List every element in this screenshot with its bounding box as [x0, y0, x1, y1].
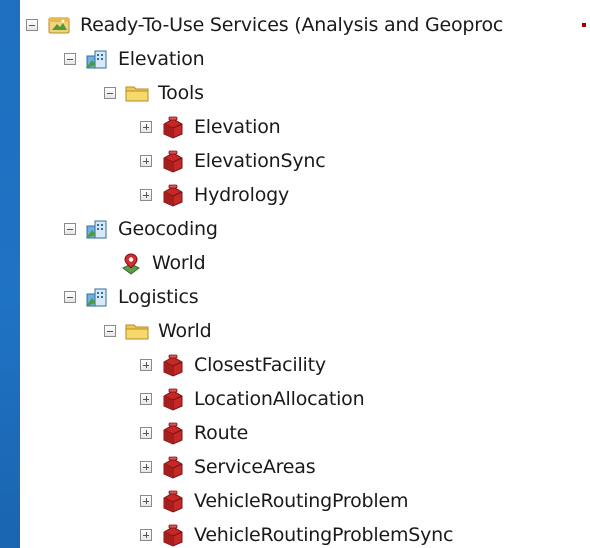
service-folder-icon [84, 285, 110, 309]
expand-toggle[interactable] [140, 461, 152, 473]
toolbox-icon [160, 421, 186, 445]
tree-node-label: VehicleRoutingProblemSync [194, 524, 454, 546]
catalog-tree-panel: Ready-To-Use Services (Analysis and Geop… [20, 0, 590, 548]
tree-node-locationallocation[interactable]: LocationAllocation [20, 382, 590, 416]
tree-node-logistics-world[interactable]: World [20, 314, 590, 348]
tree-node-label: Elevation [194, 116, 281, 138]
tree-node-label: ServiceAreas [194, 456, 316, 478]
tree-node-label: ElevationSync [194, 150, 326, 172]
expand-toggle[interactable] [140, 359, 152, 371]
expand-toggle[interactable] [140, 189, 152, 201]
toolbox-icon [160, 523, 186, 547]
toolbox-icon [160, 387, 186, 411]
server-connection-icon [46, 13, 72, 37]
tree-node-label: VehicleRoutingProblem [194, 490, 409, 512]
tree-node-ready-to-use-services[interactable]: Ready-To-Use Services (Analysis and Geop… [20, 8, 590, 42]
tree-node-vehicleroutingproblemsync[interactable]: VehicleRoutingProblemSync [20, 518, 590, 548]
toolbox-icon [160, 353, 186, 377]
tree-node-geocoding-world[interactable]: World [20, 246, 590, 280]
tree-node-label: World [152, 252, 206, 274]
toolbox-icon [160, 149, 186, 173]
tree-node-geocoding[interactable]: Geocoding [20, 212, 590, 246]
tree-node-elevation-tool[interactable]: Elevation [20, 110, 590, 144]
tree-node-serviceareas[interactable]: ServiceAreas [20, 450, 590, 484]
service-folder-icon [84, 47, 110, 71]
folder-icon [124, 319, 150, 343]
collapse-toggle[interactable] [64, 53, 76, 65]
tree-node-label: Hydrology [194, 184, 290, 206]
tree-node-label: Logistics [118, 286, 199, 308]
expand-toggle[interactable] [140, 155, 152, 167]
expand-toggle[interactable] [140, 393, 152, 405]
collapse-toggle[interactable] [26, 19, 38, 31]
tree-node-route[interactable]: Route [20, 416, 590, 450]
tree-node-label: World [158, 320, 212, 342]
tree-node-closestfacility[interactable]: ClosestFacility [20, 348, 590, 382]
tree-node-label: Route [194, 422, 249, 444]
collapse-toggle[interactable] [104, 325, 116, 337]
tree-node-elevationsync-tool[interactable]: ElevationSync [20, 144, 590, 178]
tree-node-label: Geocoding [118, 218, 218, 240]
tree-node-label: Ready-To-Use Services (Analysis and Geop… [80, 14, 504, 36]
tree-node-label: LocationAllocation [194, 388, 365, 410]
tree-node-elevation[interactable]: Elevation [20, 42, 590, 76]
toolbox-icon [160, 455, 186, 479]
collapse-toggle[interactable] [64, 223, 76, 235]
truncation-marker [582, 23, 586, 27]
folder-icon [124, 81, 150, 105]
geocode-locator-icon [118, 251, 144, 275]
expand-toggle[interactable] [140, 495, 152, 507]
expand-toggle[interactable] [140, 529, 152, 541]
expand-toggle[interactable] [140, 121, 152, 133]
collapse-toggle[interactable] [104, 87, 116, 99]
tree-node-label: Tools [158, 82, 204, 104]
toolbox-icon [160, 489, 186, 513]
tree-node-hydrology-tool[interactable]: Hydrology [20, 178, 590, 212]
tree-node-logistics[interactable]: Logistics [20, 280, 590, 314]
catalog-tree: Ready-To-Use Services (Analysis and Geop… [20, 8, 590, 548]
tree-node-label: ClosestFacility [194, 354, 326, 376]
toolbox-icon [160, 115, 186, 139]
toolbox-icon [160, 183, 186, 207]
tree-node-tools[interactable]: Tools [20, 76, 590, 110]
collapse-toggle[interactable] [64, 291, 76, 303]
service-folder-icon [84, 217, 110, 241]
tree-node-vehicleroutingproblem[interactable]: VehicleRoutingProblem [20, 484, 590, 518]
tree-node-label: Elevation [118, 48, 205, 70]
expand-toggle[interactable] [140, 427, 152, 439]
